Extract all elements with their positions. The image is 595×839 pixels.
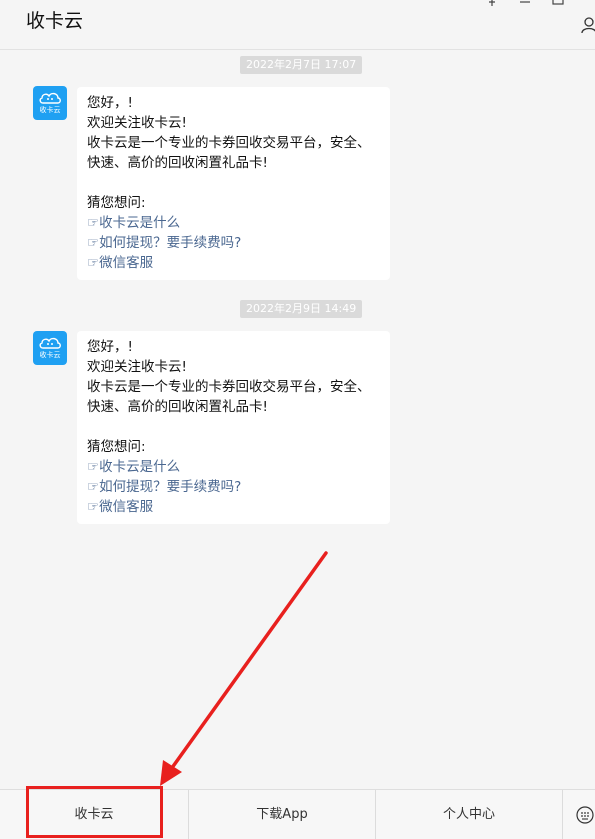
annotation-arrow: [160, 551, 328, 786]
